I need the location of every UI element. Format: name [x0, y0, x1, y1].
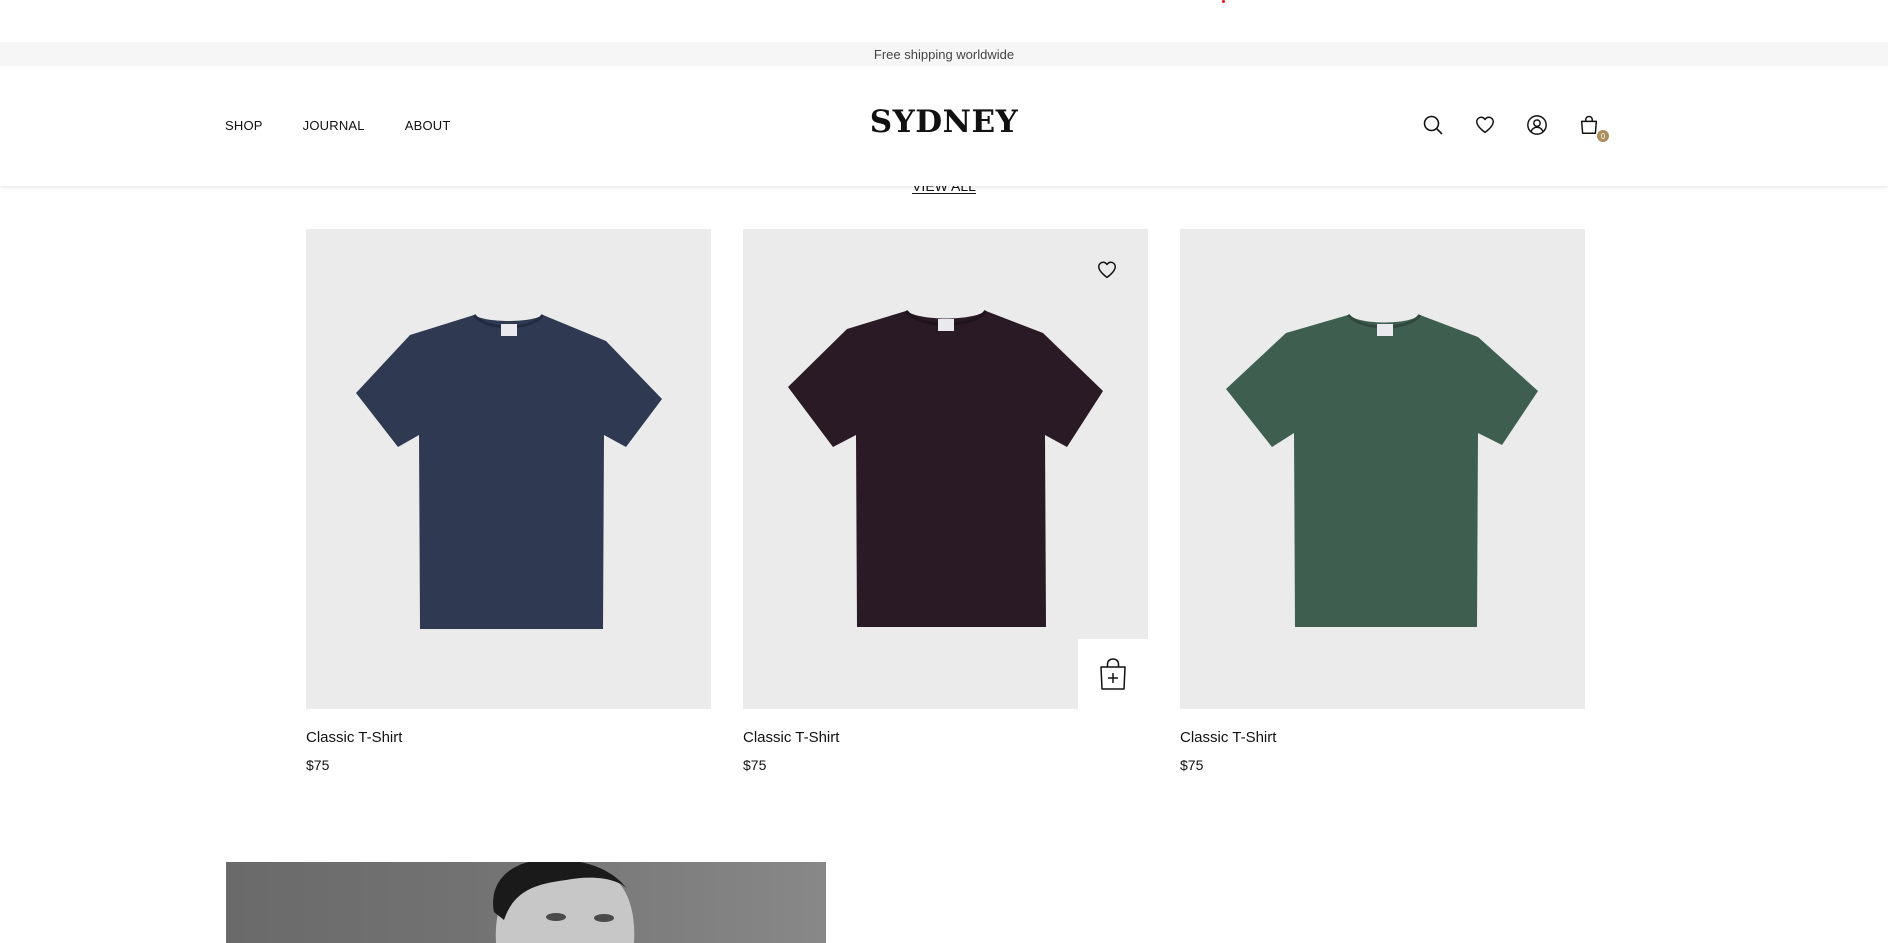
model-portrait — [493, 862, 635, 943]
tshirt-image — [1226, 313, 1538, 627]
top-spacer — [0, 0, 1888, 42]
editorial-image[interactable] — [226, 862, 826, 943]
tshirt-body — [788, 311, 1103, 627]
cart-icon[interactable]: 0 — [1578, 114, 1609, 142]
product-image[interactable] — [1180, 229, 1585, 709]
product-name[interactable]: Classic T-Shirt — [1180, 729, 1585, 746]
wishlist-heart-icon[interactable] — [1096, 259, 1118, 281]
cart-count-badge: 0 — [1597, 130, 1609, 142]
product-price: $75 — [1180, 757, 1204, 773]
product-name[interactable]: Classic T-Shirt — [743, 729, 1148, 746]
search-icon[interactable] — [1422, 114, 1444, 136]
tshirt-image — [356, 313, 662, 629]
product-image[interactable] — [306, 229, 711, 709]
product-card[interactable]: Classic T-Shirt $75 — [1180, 229, 1585, 773]
indicator-dot — [1222, 0, 1225, 3]
product-name[interactable]: Classic T-Shirt — [306, 729, 711, 746]
heart-icon[interactable] — [1474, 114, 1496, 136]
product-card[interactable]: Classic T-Shirt $75 — [743, 229, 1148, 773]
announcement-bar: Free shipping worldwide — [0, 42, 1888, 66]
product-price: $75 — [306, 757, 330, 773]
announcement-text: Free shipping worldwide — [873, 46, 1015, 62]
account-icon[interactable] — [1526, 114, 1548, 136]
product-card[interactable]: Classic T-Shirt $75 — [306, 229, 711, 773]
tshirt-body — [356, 315, 662, 629]
tshirt-body — [1226, 315, 1538, 627]
tshirt-image — [788, 309, 1103, 627]
site-header: SHOP JOURNAL ABOUT SYDNEY 0 — [0, 66, 1888, 186]
bag-add-icon — [1100, 658, 1126, 690]
header-icons: 0 — [1422, 114, 1609, 142]
product-image[interactable] — [743, 229, 1148, 709]
quick-add-button[interactable] — [1078, 639, 1148, 709]
product-price: $75 — [743, 757, 767, 773]
